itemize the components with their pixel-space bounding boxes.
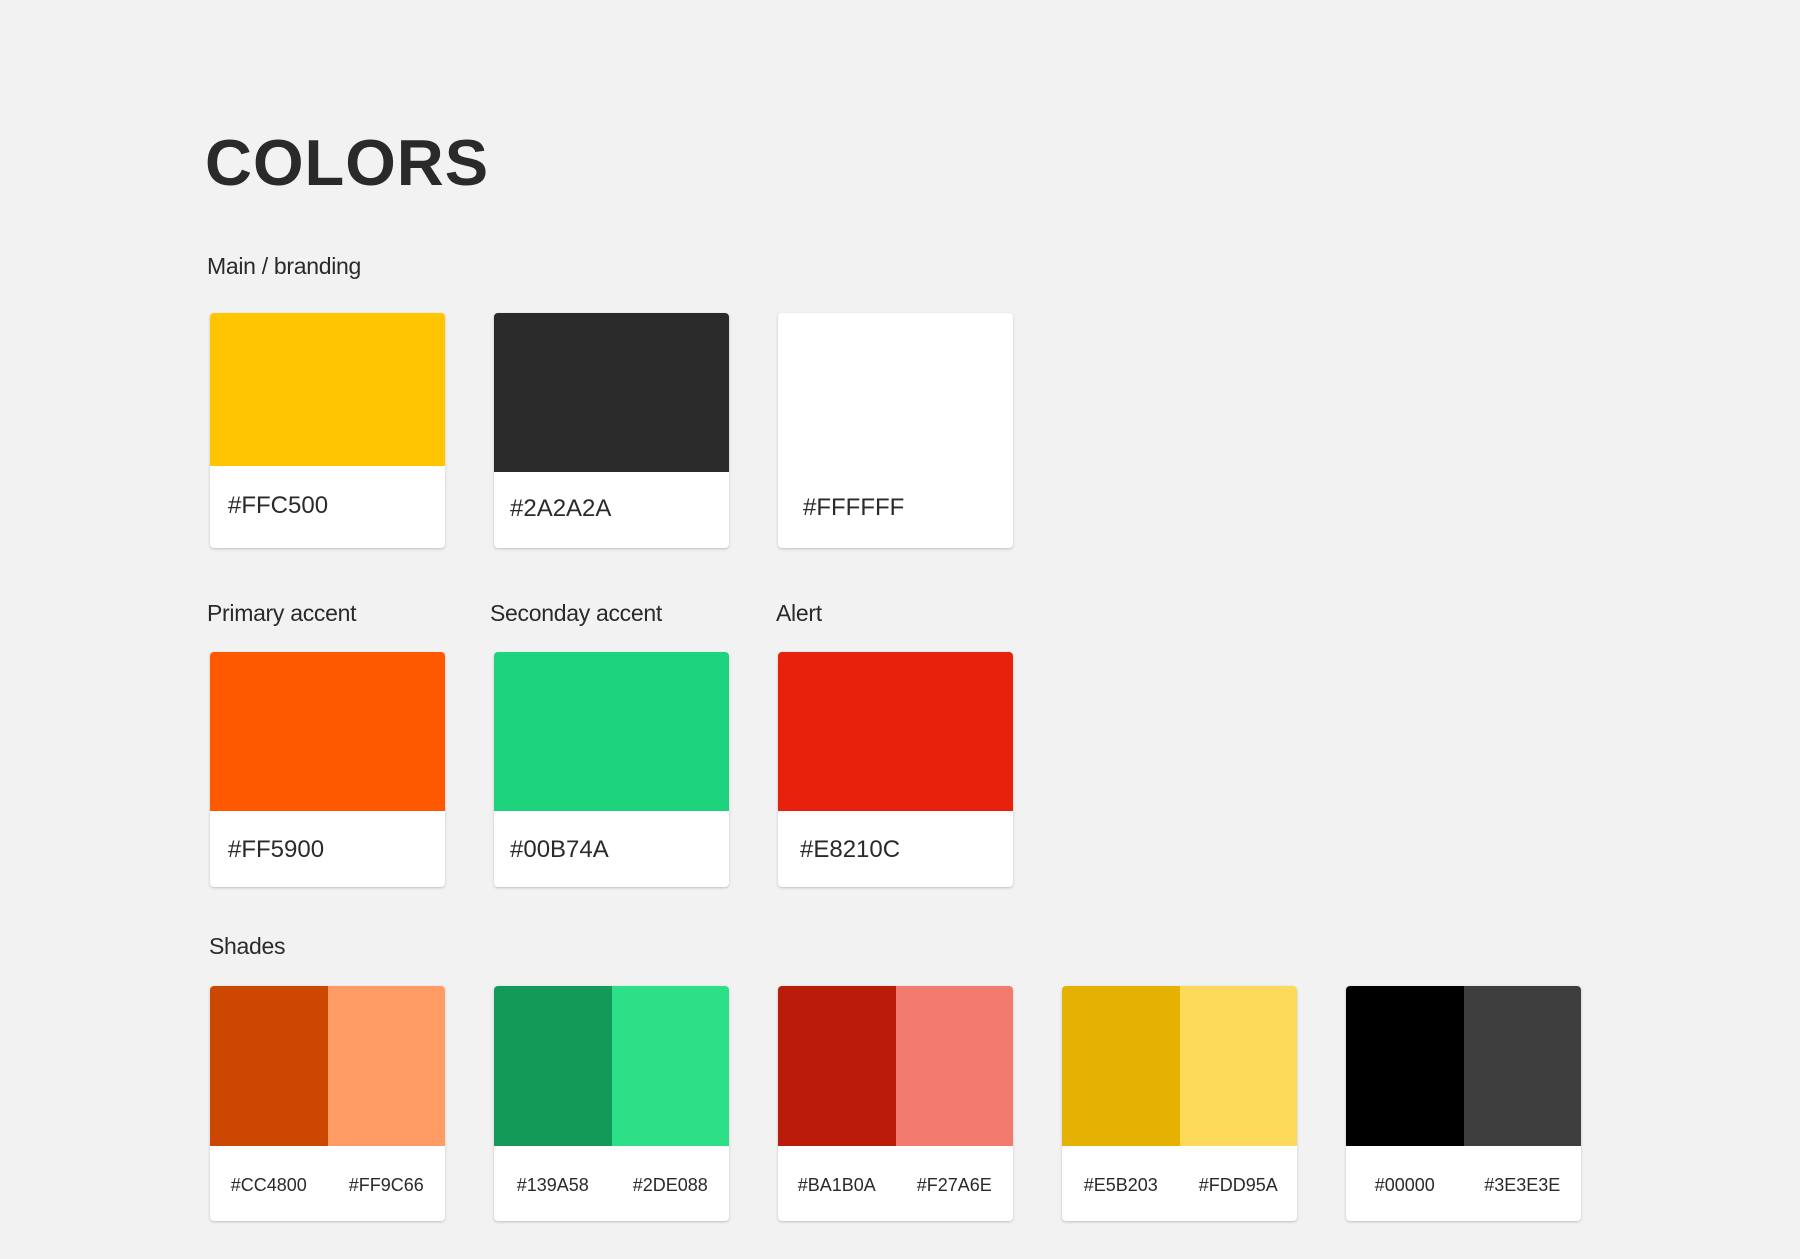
shade-card-red: #BA1B0A #F27A6E bbox=[778, 986, 1013, 1221]
section-label-main-branding: Main / branding bbox=[207, 253, 362, 279]
section-label-alert: Alert bbox=[776, 600, 822, 626]
shade-swatch-dark bbox=[210, 986, 328, 1146]
shade-hex-dark: #E5B203 bbox=[1083, 1175, 1158, 1195]
shade-hex-light: #3E3E3E bbox=[1484, 1175, 1561, 1195]
section-label-secondary-accent: Seconday accent bbox=[490, 600, 662, 626]
color-card-ffffff: #FFFFFF bbox=[778, 313, 1013, 548]
section-label-primary-accent: Primary accent bbox=[207, 600, 357, 626]
shade-swatch-light bbox=[895, 986, 1013, 1146]
shade-swatch-dark bbox=[778, 986, 896, 1146]
shade-swatch-light bbox=[611, 986, 729, 1146]
hex-code: #2A2A2A bbox=[510, 495, 612, 522]
shade-hex-dark: #CC4800 bbox=[230, 1175, 307, 1195]
shade-hex-dark: #00000 bbox=[1374, 1175, 1435, 1195]
hex-code: #00B74A bbox=[510, 836, 609, 863]
page-title: COLORS bbox=[205, 126, 490, 199]
color-card-e8210c: #E8210C bbox=[778, 652, 1013, 887]
shade-swatch-dark bbox=[1062, 986, 1180, 1146]
shade-hex-light: #FF9C66 bbox=[348, 1175, 424, 1195]
color-swatch bbox=[778, 652, 1013, 811]
shade-swatch-dark bbox=[494, 986, 612, 1146]
color-swatch bbox=[210, 313, 445, 466]
shade-hex-dark: #139A58 bbox=[516, 1175, 589, 1195]
hex-code: #FFFFFF bbox=[803, 494, 905, 521]
hex-code: #E8210C bbox=[800, 836, 901, 863]
color-card-00b74a: #00B74A bbox=[494, 652, 729, 887]
shade-swatch-light bbox=[1463, 986, 1581, 1146]
shade-hex-dark: #BA1B0A bbox=[797, 1175, 876, 1195]
color-swatch bbox=[210, 652, 445, 811]
color-swatch bbox=[494, 313, 729, 472]
color-swatch bbox=[778, 313, 1013, 472]
shade-hex-light: #F27A6E bbox=[916, 1175, 992, 1195]
color-card-ff5900: #FF5900 bbox=[210, 652, 445, 887]
shade-card-green: #139A58 #2DE088 bbox=[494, 986, 729, 1221]
shade-swatch-dark bbox=[1346, 986, 1464, 1146]
shade-card-yellow: #E5B203 #FDD95A bbox=[1062, 986, 1297, 1221]
shade-swatch-light bbox=[1179, 986, 1297, 1146]
hex-code: #FFC500 bbox=[228, 492, 329, 519]
section-label-shades: Shades bbox=[209, 933, 286, 959]
color-card-2a2a2a: #2A2A2A bbox=[494, 313, 729, 548]
shade-card-orange: #CC4800 #FF9C66 bbox=[210, 986, 445, 1221]
hex-code: #FF5900 bbox=[228, 836, 325, 863]
shade-swatch-light bbox=[327, 986, 445, 1146]
shade-hex-light: #2DE088 bbox=[632, 1175, 708, 1195]
shade-card-black: #00000 #3E3E3E bbox=[1346, 986, 1581, 1221]
color-card-ffc500: #FFC500 bbox=[210, 313, 445, 548]
shade-hex-light: #FDD95A bbox=[1198, 1175, 1278, 1195]
color-swatch bbox=[494, 652, 729, 811]
